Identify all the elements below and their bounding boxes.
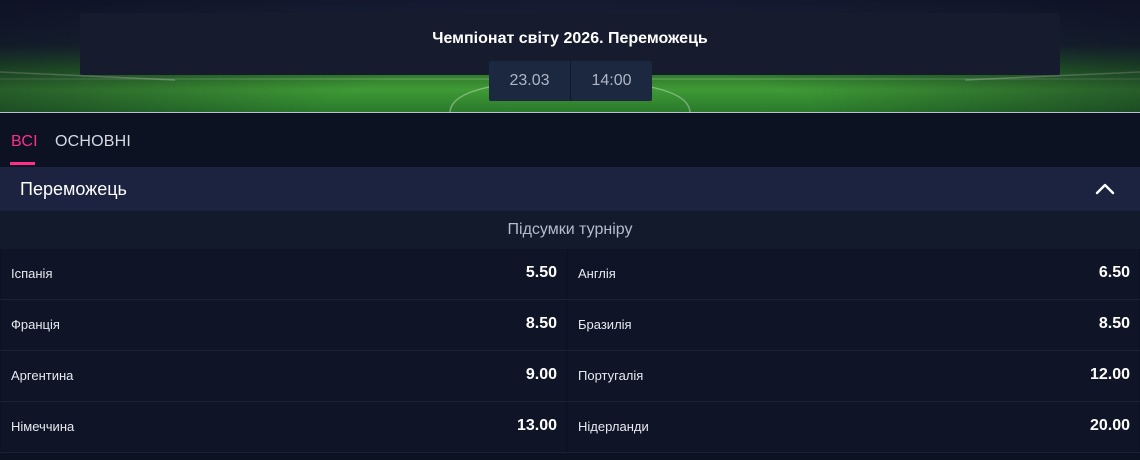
- outcome-button[interactable]: Франція 8.50: [1, 300, 566, 350]
- outcome-odd: 9.00: [525, 366, 557, 383]
- outcome-odd: 6.50: [1098, 264, 1130, 281]
- outcome-odd: 13.00: [516, 417, 557, 434]
- event-date: 23.03: [489, 61, 570, 101]
- tab-main[interactable]: ОСНОВНІ: [55, 133, 131, 151]
- odds-row: Франція 8.50 Бразилія 8.50: [0, 300, 1140, 351]
- outcome-button[interactable]: Іспанія 5.50: [1, 249, 566, 299]
- odds-row: Німеччина 13.00 Нідерланди 20.00: [0, 402, 1140, 453]
- odds-row: Іспанія 5.50 Англія 6.50: [0, 249, 1140, 300]
- outcome-team: Англія: [578, 266, 616, 281]
- outcome-button[interactable]: Португалія 12.00: [568, 351, 1139, 401]
- event-hero-banner: Чемпіонат світу 2026. Переможець 23.03 1…: [0, 0, 1140, 113]
- market-name: Переможець: [20, 179, 127, 199]
- outcome-odd: 12.00: [1089, 366, 1130, 383]
- tab-all[interactable]: ВСІ: [11, 133, 38, 151]
- event-time: 14:00: [570, 61, 652, 101]
- market-header-winner[interactable]: Переможець: [0, 167, 1140, 211]
- odds-row: Аргентина 9.00 Португалія 12.00: [0, 351, 1140, 402]
- active-tab-indicator: [10, 162, 35, 165]
- outcome-team: Іспанія: [11, 266, 53, 281]
- odds-grid: Іспанія 5.50 Англія 6.50 Франція 8.50 Бр…: [0, 249, 1140, 453]
- outcome-odd: 8.50: [525, 315, 557, 332]
- outcome-team: Німеччина: [11, 419, 75, 434]
- outcome-odd: 8.50: [1098, 315, 1130, 332]
- market-section-title: Підсумки турніру: [0, 211, 1140, 249]
- outcome-odd: 5.50: [525, 264, 557, 281]
- outcome-button[interactable]: Англія 6.50: [568, 249, 1139, 299]
- outcome-button[interactable]: Німеччина 13.00: [1, 402, 566, 452]
- event-datetime: 23.03 14:00: [489, 61, 652, 101]
- event-title: Чемпіонат світу 2026. Переможець: [432, 30, 708, 47]
- outcome-team: Португалія: [578, 368, 644, 383]
- outcome-button[interactable]: Бразилія 8.50: [568, 300, 1139, 350]
- outcome-team: Аргентина: [11, 368, 74, 383]
- outcome-team: Нідерланди: [578, 419, 649, 434]
- chevron-up-icon[interactable]: [1094, 181, 1116, 197]
- outcome-team: Бразилія: [578, 317, 632, 332]
- outcome-team: Франція: [11, 317, 60, 332]
- market-filter-tabs: ВСІ ОСНОВНІ: [0, 113, 1140, 167]
- row-divider: [0, 452, 1140, 453]
- outcome-button[interactable]: Нідерланди 20.00: [568, 402, 1139, 452]
- outcome-button[interactable]: Аргентина 9.00: [1, 351, 566, 401]
- outcome-odd: 20.00: [1089, 417, 1130, 434]
